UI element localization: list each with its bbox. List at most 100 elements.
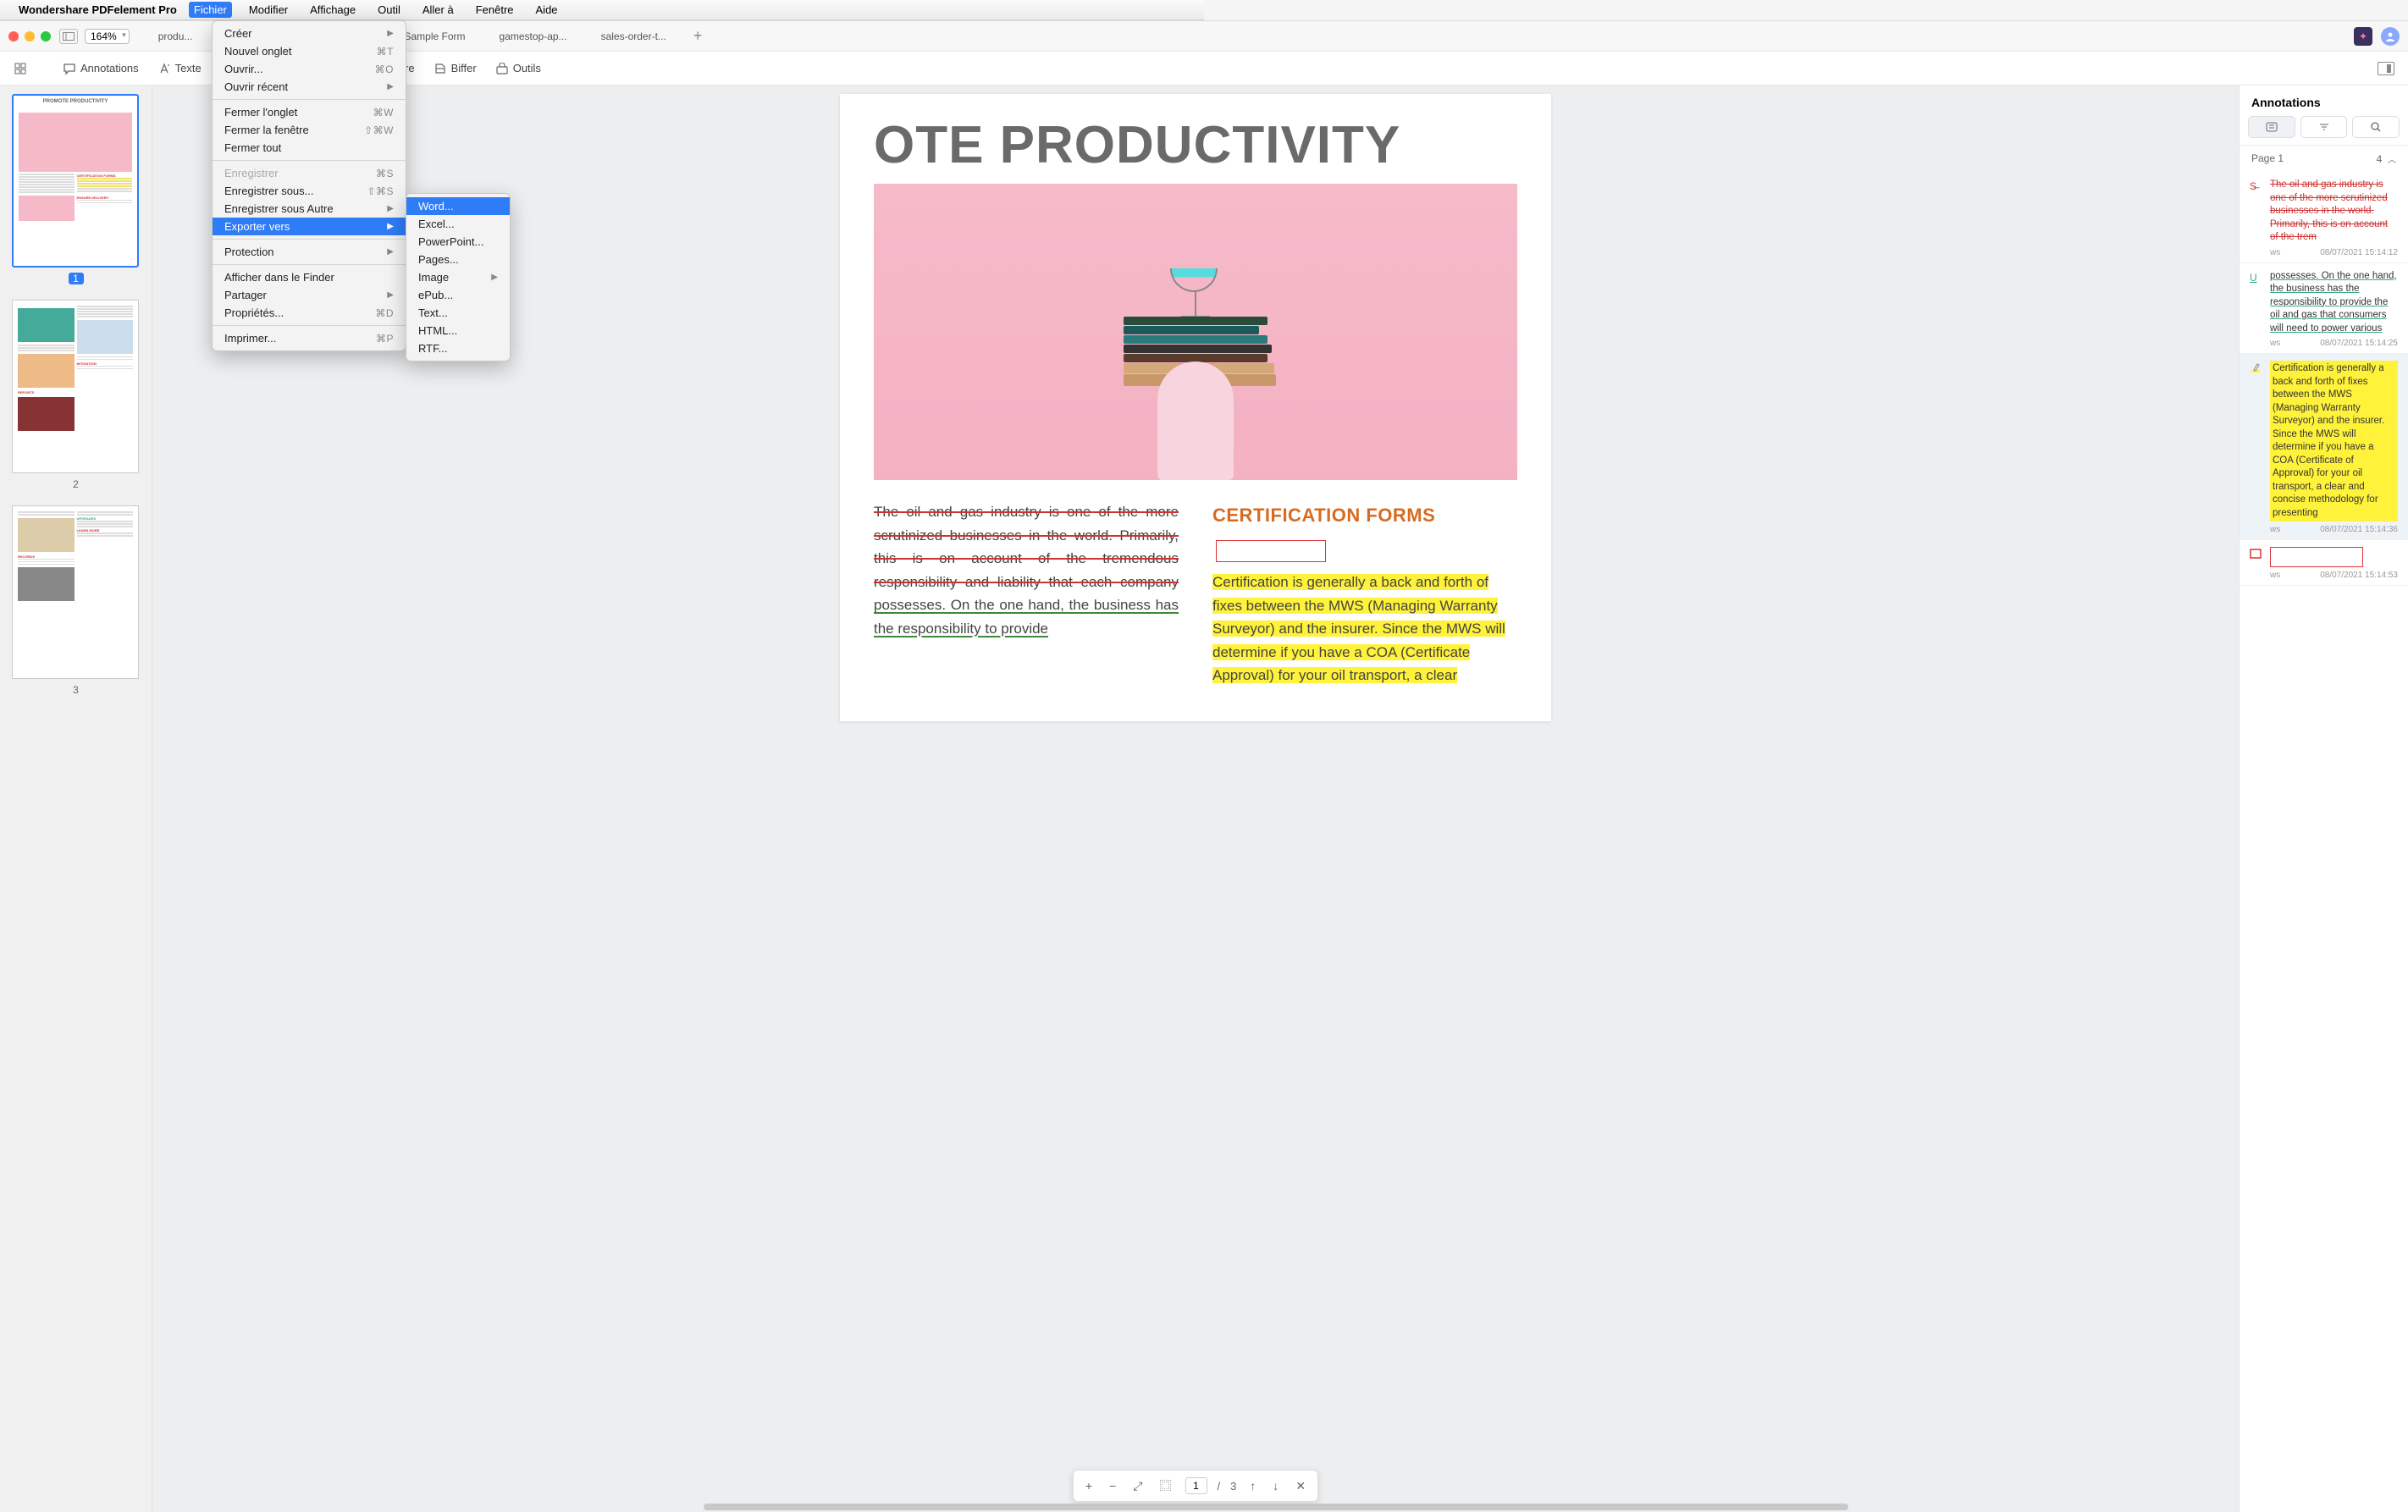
- annotation-item-rect[interactable]: ws08/07/2021 15:14:53: [2240, 540, 2408, 586]
- tools-icon: [495, 62, 509, 75]
- menu-ouvrir[interactable]: Ouvrir...⌘O: [213, 60, 406, 78]
- tab-5[interactable]: sales-order-t...: [584, 21, 683, 51]
- horizontal-scrollbar[interactable]: [322, 1504, 2230, 1510]
- menu-enregistrer-autre[interactable]: Enregistrer sous Autre▶: [213, 200, 406, 218]
- menu-enregistrer: Enregistrer⌘S: [213, 164, 406, 182]
- rectangle-icon: [2250, 547, 2263, 567]
- thumb-page-1[interactable]: PROMOTE PRODUCTIVITY CERTIFICATION FORMS…: [12, 94, 139, 268]
- page-number-input[interactable]: [1185, 1477, 1207, 1494]
- mac-menubar: Wondershare PDFelement Pro Fichier Modif…: [0, 0, 1204, 20]
- document-tabs: produ... Furniture billing-invoice... Sa…: [141, 21, 2354, 51]
- export-powerpoint[interactable]: PowerPoint...: [406, 233, 510, 251]
- app-name: Wondershare PDFelement Pro: [19, 3, 177, 16]
- fit-width-button[interactable]: ⤢: [1129, 1477, 1146, 1495]
- tab-0[interactable]: produ...: [141, 21, 210, 51]
- menu-partager[interactable]: Partager▶: [213, 286, 406, 304]
- zoom-out-button[interactable]: −: [1106, 1477, 1119, 1494]
- menu-aller[interactable]: Aller à: [417, 2, 459, 18]
- document-title: OTE PRODUCTIVITY: [840, 119, 1551, 184]
- annotations-list: S̶ The oil and gas industry is one of th…: [2240, 172, 2408, 1512]
- close-controls-button[interactable]: ✕: [1292, 1477, 1309, 1495]
- menu-imprimer[interactable]: Imprimer...⌘P: [213, 329, 406, 347]
- export-excel[interactable]: Excel...: [406, 215, 510, 233]
- annotation-item-highlight[interactable]: Certification is generally a back and fo…: [2240, 354, 2408, 540]
- tool-redact[interactable]: Biffer: [434, 62, 477, 75]
- close-window-button[interactable]: [8, 31, 19, 41]
- prev-page-button[interactable]: ↑: [1246, 1477, 1259, 1494]
- menu-fermer-fenetre[interactable]: Fermer la fenêtre⇧⌘W: [213, 121, 406, 139]
- tool-text[interactable]: Texte: [157, 62, 202, 75]
- anno-tab-filter[interactable]: [2300, 116, 2348, 138]
- user-avatar-icon[interactable]: [2381, 27, 2400, 46]
- menu-exporter-vers[interactable]: Exporter vers▶: [213, 218, 406, 235]
- export-word[interactable]: Word...: [406, 197, 510, 215]
- annotations-panel: Annotations Page 1 4 ︿ S̶ The oil and ga…: [2239, 86, 2408, 1512]
- thumb-page-2[interactable]: REPORTS MITIGATION: [12, 300, 139, 473]
- menu-enregistrer-sous[interactable]: Enregistrer sous...⇧⌘S: [213, 182, 406, 200]
- minimize-window-button[interactable]: [25, 31, 35, 41]
- menu-aide[interactable]: Aide: [531, 2, 563, 18]
- zoom-in-button[interactable]: +: [1082, 1477, 1096, 1494]
- menu-fenetre[interactable]: Fenêtre: [471, 2, 519, 18]
- page-1: OTE PRODUCTIVITY: [840, 94, 1551, 721]
- next-page-button[interactable]: ↓: [1269, 1477, 1282, 1494]
- anno-tab-search[interactable]: [2352, 116, 2400, 138]
- menu-ouvrir-recent[interactable]: Ouvrir récent▶: [213, 78, 406, 96]
- rect-preview: [2270, 547, 2363, 567]
- app-square-icon[interactable]: ✦: [2354, 27, 2372, 46]
- page-sep: /: [1217, 1480, 1220, 1493]
- menu-fermer-onglet[interactable]: Fermer l'onglet⌘W: [213, 103, 406, 121]
- menu-nouvel-onglet[interactable]: Nouvel onglet⌘T: [213, 42, 406, 60]
- annotation-item-strike[interactable]: S̶ The oil and gas industry is one of th…: [2240, 172, 2408, 263]
- zoom-value: 164%: [91, 30, 117, 42]
- menu-proprietes[interactable]: Propriétés...⌘D: [213, 304, 406, 322]
- anno-tab-list[interactable]: [2248, 116, 2295, 138]
- chevron-up-icon[interactable]: ︿: [2388, 156, 2396, 165]
- maximize-window-button[interactable]: [41, 31, 51, 41]
- thumb-num-2: 2: [12, 478, 140, 490]
- left-column: The oil and gas industry is one of the m…: [874, 500, 1179, 687]
- menu-modifier[interactable]: Modifier: [244, 2, 293, 18]
- underline-text: possesses. On the one hand, the business…: [874, 597, 1179, 637]
- export-pages[interactable]: Pages...: [406, 251, 510, 268]
- menu-afficher-finder[interactable]: Afficher dans le Finder: [213, 268, 406, 286]
- anno-page-label: Page 1: [2251, 152, 2284, 165]
- export-epub[interactable]: ePub...: [406, 286, 510, 304]
- menu-outil[interactable]: Outil: [373, 2, 406, 18]
- strikethrough-text: The oil and gas industry is one of the m…: [874, 504, 1179, 590]
- thumb-page-3[interactable]: RECORDS UPGRADESLEARN MORE: [12, 505, 139, 679]
- red-rectangle-annotation[interactable]: [1216, 540, 1326, 562]
- traffic-lights: [8, 31, 51, 41]
- thumb-num-1: 1: [69, 273, 84, 284]
- panel-toggle-icon[interactable]: [2378, 62, 2394, 75]
- menu-affichage[interactable]: Affichage: [305, 2, 361, 18]
- tool-annotations[interactable]: Annotations: [63, 62, 139, 75]
- tool-tools[interactable]: Outils: [495, 62, 541, 75]
- anno-count: 4: [2377, 153, 2383, 165]
- grid-icon: [14, 62, 27, 75]
- highlight-icon: [2250, 361, 2263, 521]
- cert-title: CERTIFICATION FORMS: [1212, 500, 1435, 531]
- page-controls: + − ⤢ ⿴ / 3 ↑ ↓ ✕: [1073, 1470, 1318, 1502]
- export-html[interactable]: HTML...: [406, 322, 510, 339]
- underline-icon: U: [2250, 270, 2263, 336]
- export-image[interactable]: Image▶: [406, 268, 510, 286]
- file-menu-dropdown: Créer▶ Nouvel onglet⌘T Ouvrir...⌘O Ouvri…: [212, 20, 406, 351]
- sidebar-toggle-icon[interactable]: [59, 29, 78, 44]
- text-icon: [157, 62, 171, 75]
- annotation-item-underline[interactable]: U possesses. On the one hand, the busine…: [2240, 263, 2408, 355]
- thumbnail-panel: PROMOTE PRODUCTIVITY CERTIFICATION FORMS…: [0, 86, 152, 1512]
- tool-grid[interactable]: [14, 62, 27, 75]
- menu-protection[interactable]: Protection▶: [213, 243, 406, 261]
- tab-4[interactable]: gamestop-ap...: [483, 21, 584, 51]
- page-total: 3: [1230, 1480, 1236, 1493]
- export-rtf[interactable]: RTF...: [406, 339, 510, 357]
- menu-fermer-tout[interactable]: Fermer tout: [213, 139, 406, 157]
- hero-image: [874, 184, 1517, 480]
- menu-creer[interactable]: Créer▶: [213, 25, 406, 42]
- zoom-select[interactable]: 164%: [85, 29, 130, 44]
- export-text[interactable]: Text...: [406, 304, 510, 322]
- menu-fichier[interactable]: Fichier: [189, 2, 232, 18]
- fit-page-button[interactable]: ⿴: [1156, 1476, 1174, 1496]
- add-tab-button[interactable]: +: [683, 27, 713, 45]
